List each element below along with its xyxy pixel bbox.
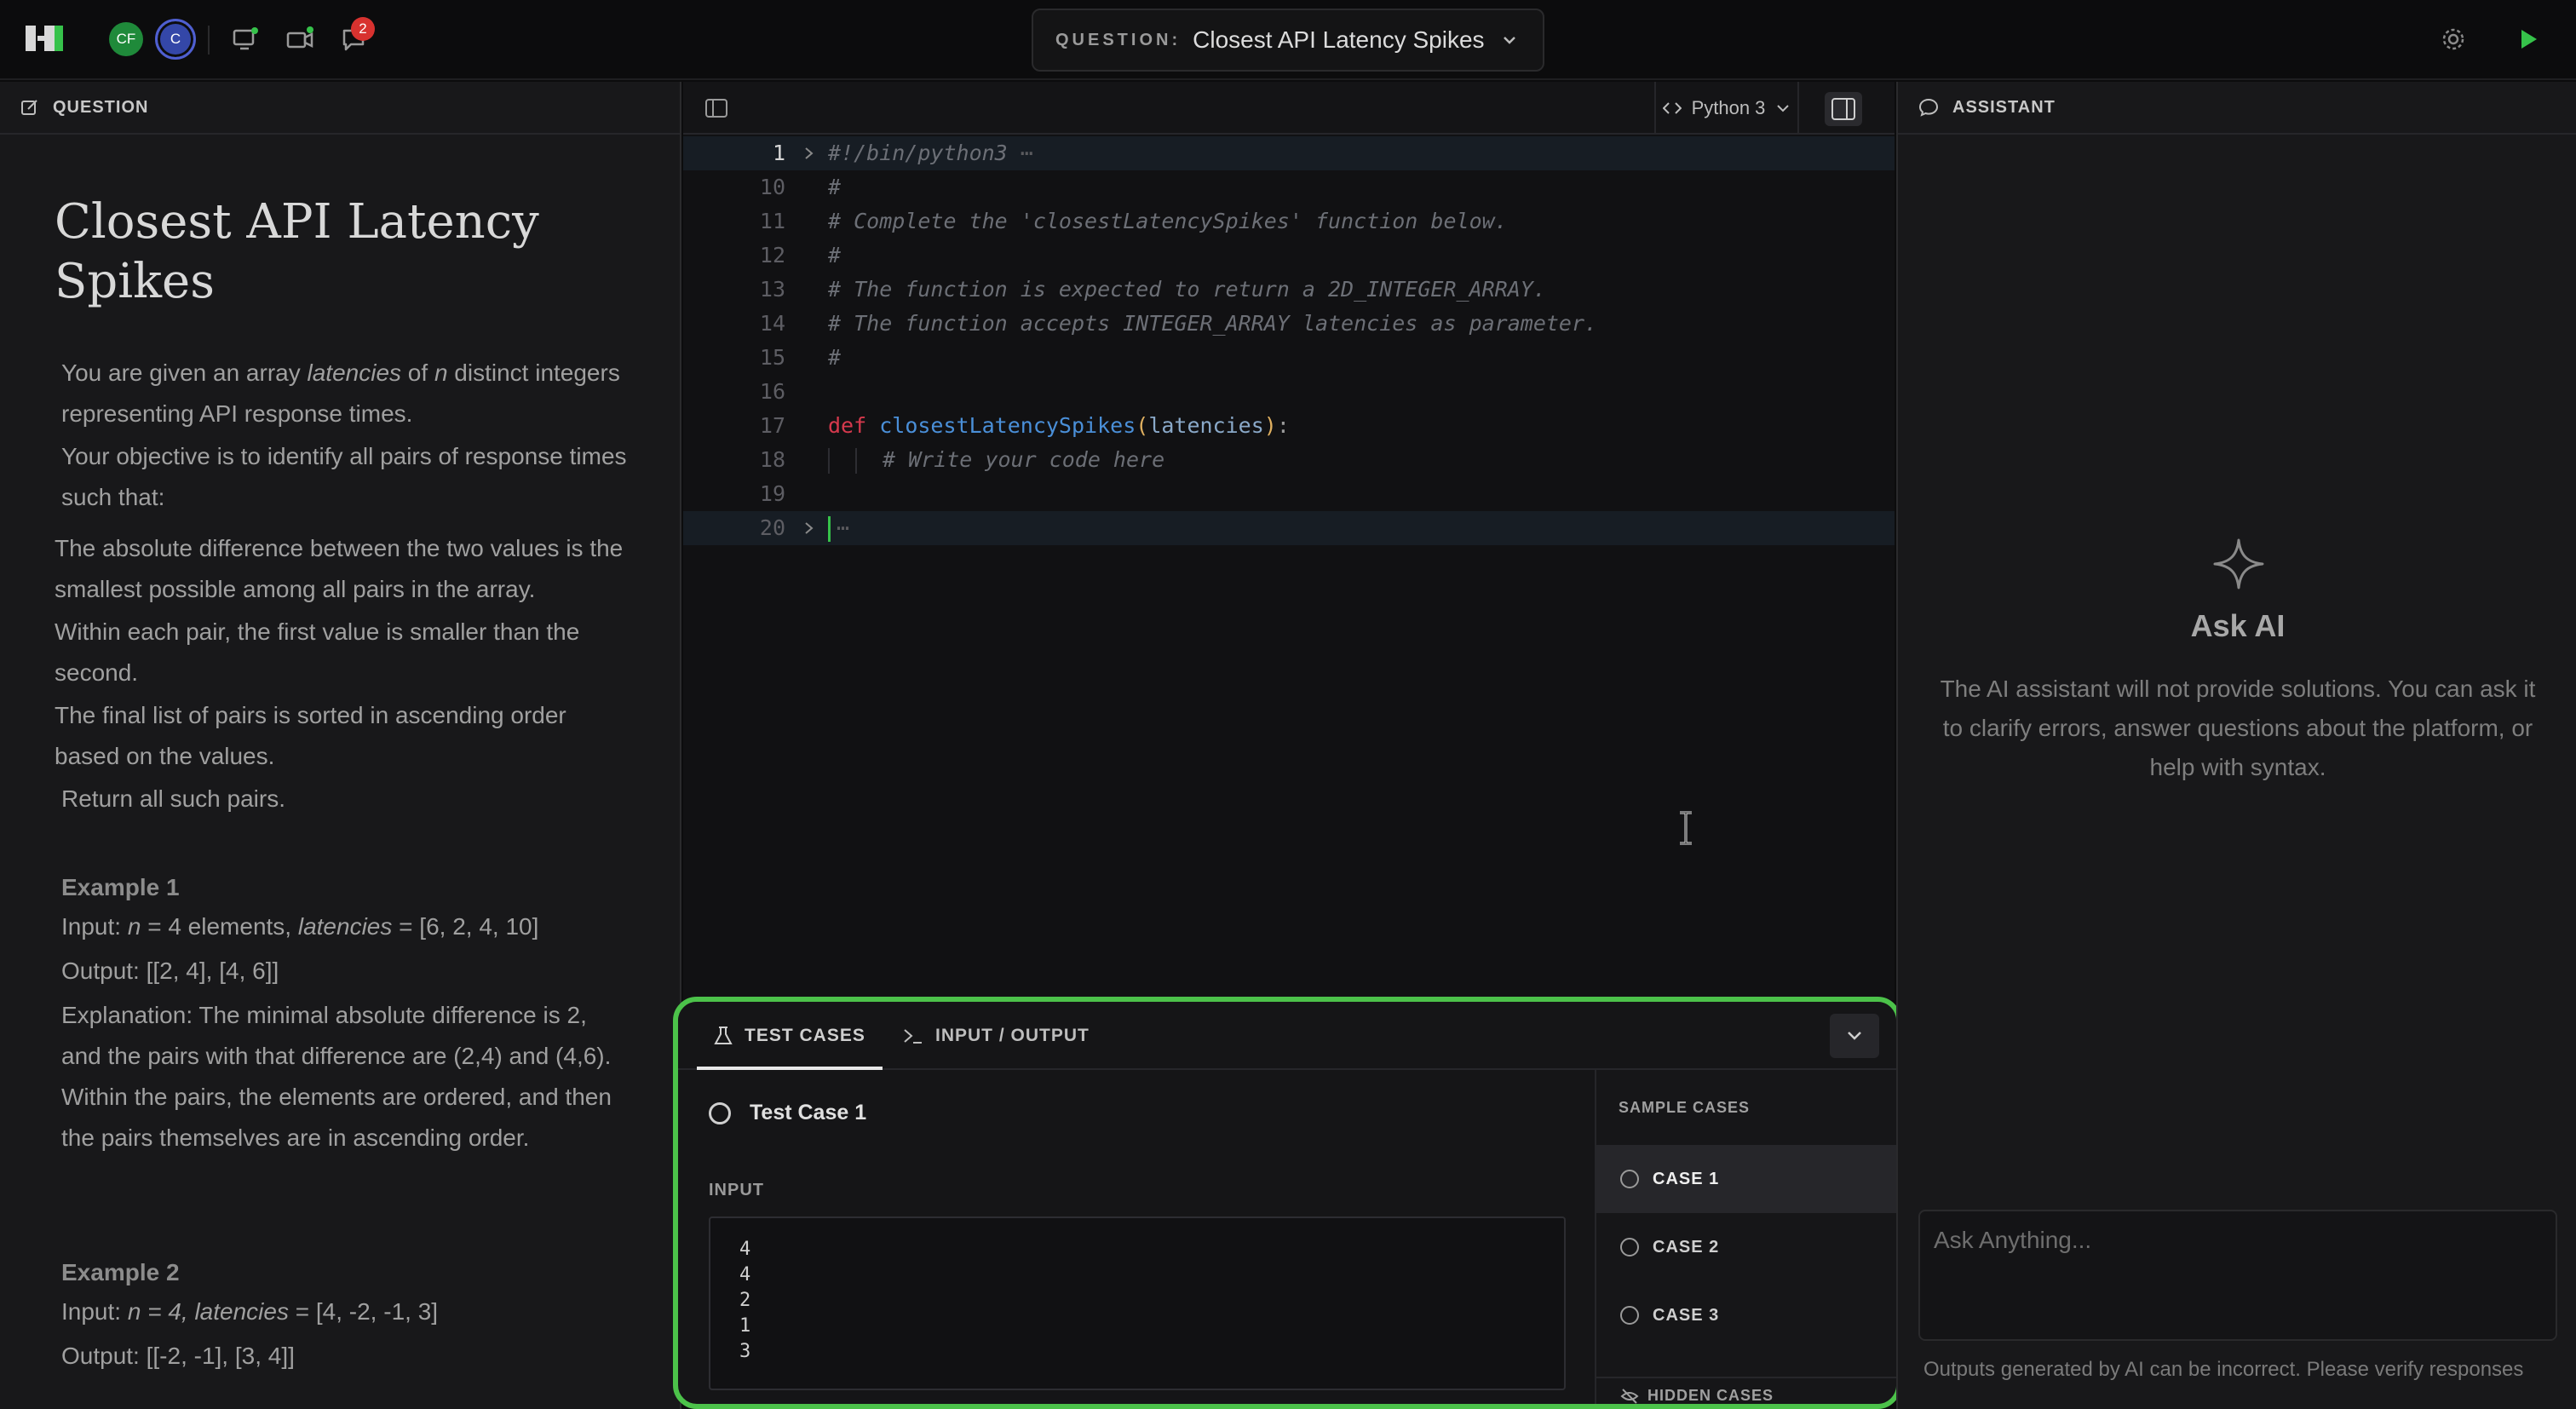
example-1-output: Output: [[2, 4], [4, 6]] [61,958,279,984]
objective-paragraph: Your objective is to identify all pairs … [61,443,627,510]
example-2-heading: Example 2 [61,1259,180,1285]
avatar-cf[interactable]: CF [109,22,143,56]
ai-disclaimer: Outputs generated by AI can be incorrect… [1923,1358,2524,1381]
code-line[interactable]: 14 # The function accepts INTEGER_ARRAY l… [683,307,1895,341]
code-line[interactable]: 10 # [683,170,1895,204]
top-bar: CF C 2 QUESTION: Closest API Latency Spi… [0,0,2576,80]
example-1-explanation: Explanation: The minimal absolute differ… [61,1002,612,1151]
code-line[interactable]: 19 [683,477,1895,511]
test-panel-tabs: TEST CASES INPUT / OUTPUT [678,1002,1896,1070]
chevron-down-icon [1848,1032,1861,1040]
code-line[interactable]: 1 #!/bin/python3 ⋯ [683,136,1895,170]
return-paragraph: Return all such pairs. [61,785,286,812]
rule-1: The absolute difference between the two … [55,535,624,602]
text-caret [828,516,831,542]
case-item-3[interactable]: CASE 3 [1596,1281,1896,1349]
ask-input[interactable] [1918,1210,2557,1341]
question-title: Closest API Latency Spikes [55,194,539,309]
terminal-icon [904,1029,922,1044]
ask-ai-title: Ask AI [2190,608,2286,643]
assistant-title: ASSISTANT [1952,97,2056,117]
play-icon[interactable] [2513,24,2544,55]
fold-chevron-icon[interactable] [801,520,818,537]
status-circle-icon [1620,1170,1639,1188]
code-icon [1662,102,1682,114]
status-circle-icon [709,1101,731,1124]
case-item-2[interactable]: CASE 2 [1596,1213,1896,1281]
avatar-c[interactable]: C [155,19,196,60]
question-panel-header: QUESTION [0,82,680,135]
hidden-cases-header[interactable]: HIDDEN CASES [1620,1387,1774,1404]
status-circle-icon [1620,1306,1639,1325]
case-item-1[interactable]: CASE 1 [1596,1145,1896,1213]
rule-2: Within each pair, the first value is sma… [55,618,580,686]
logo[interactable] [26,26,63,55]
input-label: INPUT [709,1181,764,1199]
code-line[interactable]: 13 # The function is expected to return a… [683,273,1895,307]
question-panel-title: QUESTION [53,97,149,117]
code-line[interactable]: 16 [683,375,1895,409]
code-line[interactable]: 17 def closestLatencySpikes(latencies): [683,409,1895,443]
example-2-input: Input: n = 4, latencies = [4, -2, -1, 3] [61,1298,439,1325]
editor-toolbar: Python 3 [683,82,1895,135]
test-cases-panel: TEST CASES INPUT / OUTPUT Test Case 1 IN… [673,997,1901,1409]
sidebar-toggle-icon[interactable] [704,95,729,121]
code-editor[interactable]: Python 3 1 #!/bin/python3 ⋯ 10 # 11 # Comp… [683,82,1895,1000]
example-2-output: Output: [[-2, -1], [3, 4]] [61,1343,295,1369]
flask-icon [714,1027,733,1044]
chevron-down-icon [1503,37,1515,44]
question-panel: QUESTION Closest API Latency Spikes You … [0,82,681,1409]
example-1-input: Input: n = 4 elements, latencies = [6, 2… [61,913,539,940]
eye-off-icon [1620,1388,1639,1404]
collapse-panel-button[interactable] [1830,1014,1879,1058]
test-case-title: Test Case 1 [709,1101,866,1125]
assistant-panel: ASSISTANT Ask AI The AI assistant will n… [1896,82,2576,1409]
code-line[interactable]: 12 # [683,239,1895,273]
status-circle-icon [1620,1238,1639,1257]
edit-icon [21,100,37,115]
code-line[interactable]: 18 # Write your code here [683,443,1895,477]
sample-cases-header: SAMPLE CASES [1619,1099,1751,1116]
language-selector-value: Python 3 [1691,97,1766,118]
language-selector[interactable]: Python 3 [1654,82,1799,135]
code-line[interactable]: 11 # Complete the 'closestLatencySpikes' … [683,204,1895,239]
notification-badge: 2 [351,17,375,41]
question-selector-label: QUESTION: [1055,30,1182,49]
chevron-down-icon [1777,105,1790,112]
code-line[interactable]: 20 ⋯ [683,511,1895,545]
message-icon [1918,98,1939,117]
sidebar-toggle-icon[interactable] [1825,92,1862,126]
sparkle-icon [2213,538,2264,589]
text-cursor-icon [1680,811,1692,845]
tab-test-cases[interactable]: TEST CASES [697,1002,883,1070]
sample-cases-list: SAMPLE CASES CASE 1 CASE 2 CASE 3 HIDDEN… [1595,1070,1896,1404]
gear-icon[interactable] [2438,24,2469,55]
ask-ai-description: The AI assistant will not provide soluti… [1940,676,2536,780]
test-input-box[interactable]: 4 4 2 1 3 [709,1216,1566,1390]
question-selector-value: Closest API Latency Spikes [1193,26,1485,53]
fold-chevron-icon[interactable] [801,145,818,162]
rule-3: The final list of pairs is sorted in asc… [55,702,566,769]
assistant-header: ASSISTANT [1898,82,2576,135]
divider [1596,1377,1896,1378]
example-1-heading: Example 1 [61,874,180,900]
code-line[interactable]: 15 # [683,341,1895,375]
video-icon[interactable] [285,24,315,55]
question-selector[interactable]: QUESTION: Closest API Latency Spikes [1032,9,1544,72]
tab-input-output[interactable]: INPUT / OUTPUT [903,1002,1090,1070]
screen-share-icon[interactable] [230,24,261,55]
intro-paragraph: You are given an array latencies of n di… [61,359,620,427]
divider [208,26,210,55]
